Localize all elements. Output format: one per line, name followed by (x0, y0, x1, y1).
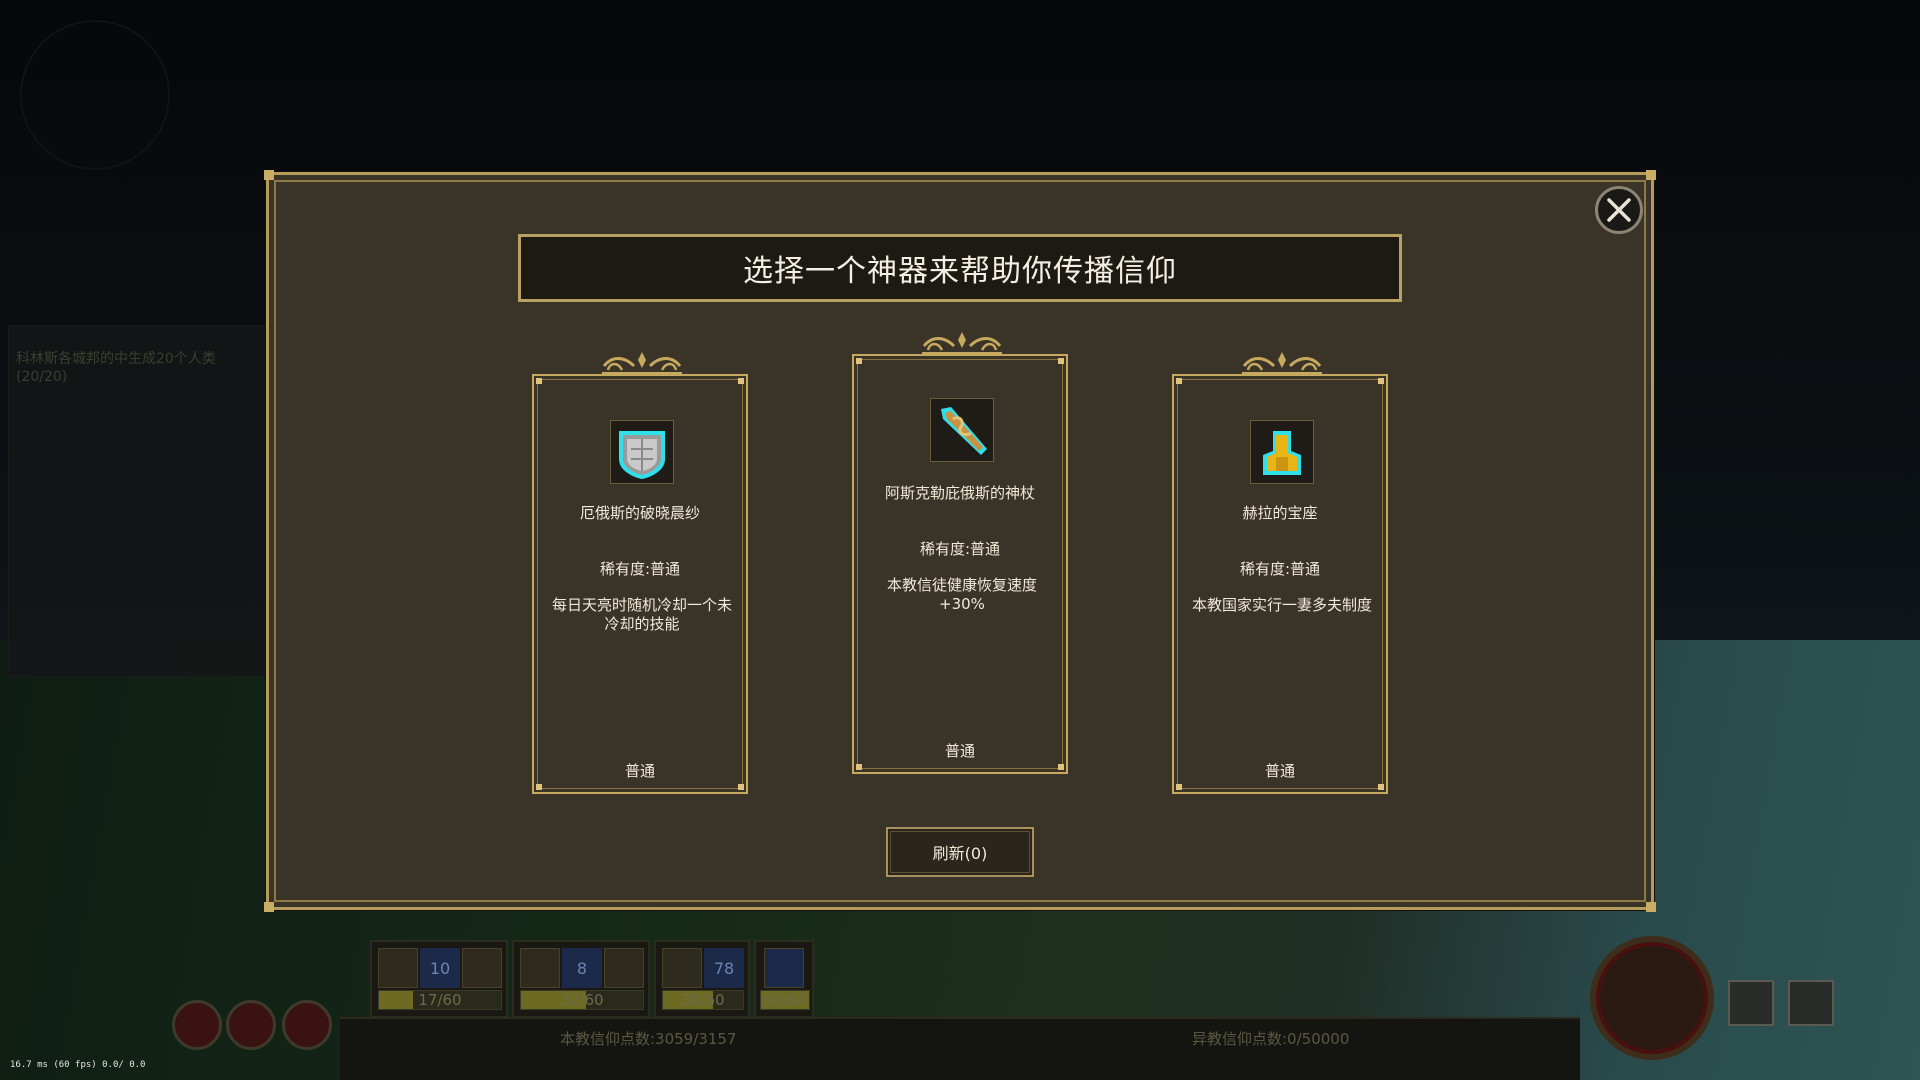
hud-resource-group[interactable]: 10 17/60 (370, 940, 508, 1018)
veil-shield-icon (610, 420, 674, 484)
ornament-icon (922, 332, 1002, 355)
hud-resource-group[interactable]: 78 38/60 (654, 940, 750, 1018)
resource-count: 10 (420, 948, 460, 988)
resource-count: 78 (704, 948, 744, 988)
artifact-card[interactable]: 阿斯克勒庇俄斯的神杖 稀有度:普通 本教信徒健康恢复速度+30% 普通 (852, 332, 1068, 774)
title-bar: 选择一个神器来帮助你传播信仰 (518, 234, 1402, 302)
fps-counter: 16.7 ms (60 fps) 0.0/ 0.0 (10, 1060, 146, 1070)
gear-icon (520, 948, 560, 988)
resource-bar: 17/60 (378, 990, 502, 1010)
artifact-tier: 普通 (1264, 762, 1295, 780)
other-faith-points: 异教信仰点数:0/50000 (1192, 1030, 1350, 1048)
shirt-button[interactable] (1788, 980, 1834, 1026)
hud-resource-group[interactable]: 8 32/60 (512, 940, 650, 1018)
artifact-name: 阿斯克勒庇俄斯的神杖 (884, 484, 1035, 502)
throne-icon (1250, 420, 1314, 484)
wave-icon (764, 948, 804, 988)
modal-title: 选择一个神器来帮助你传播信仰 (743, 254, 1177, 289)
artifact-name: 厄俄斯的破晓晨纱 (579, 504, 700, 522)
artifact-rarity: 稀有度:普通 (599, 560, 681, 578)
horn-button[interactable] (226, 1000, 276, 1050)
artifact-name: 赫拉的宝座 (1242, 504, 1318, 522)
resource-bar: 60/60 (760, 990, 810, 1010)
tree-button[interactable] (172, 1000, 222, 1050)
quest-text: 科林斯各城邦的中生成20个人类 (20/20) (16, 351, 216, 385)
resource-bar: 32/60 (520, 990, 644, 1010)
artifact-tier: 普通 (944, 742, 975, 760)
sun-icon (378, 948, 418, 988)
scroll-icon (662, 948, 702, 988)
artifact-rarity: 稀有度:普通 (919, 540, 1001, 558)
artifact-description: 本教信徒健康恢复速度+30% (886, 576, 1037, 613)
heal-button[interactable] (1728, 980, 1774, 1026)
ornament-icon (602, 352, 682, 375)
minimap-ring (20, 20, 170, 170)
faith-bar (340, 1017, 1580, 1080)
artifact-description: 每日天亮时随机冷却一个未冷却的技能 (551, 596, 732, 633)
artifact-card[interactable]: 赫拉的宝座 稀有度:普通 本教国家实行一妻多夫制度 普通 (1172, 352, 1388, 794)
artifact-tier: 普通 (624, 762, 655, 780)
flame-icon (462, 948, 502, 988)
close-icon (1607, 198, 1631, 222)
staff-icon (930, 398, 994, 462)
altar-icon (604, 948, 644, 988)
own-faith-points: 本教信仰点数:3059/3157 (560, 1030, 737, 1048)
artifact-card[interactable]: 厄俄斯的破晓晨纱 稀有度:普通 每日天亮时随机冷却一个未冷却的技能 普通 (532, 352, 748, 794)
close-button[interactable] (1595, 186, 1643, 234)
book-button[interactable] (282, 1000, 332, 1050)
refresh-button[interactable]: 刷新(0) (886, 827, 1034, 877)
skull-icon[interactable] (1590, 936, 1714, 1060)
artifact-description: 本教国家实行一妻多夫制度 (1191, 596, 1372, 614)
ornament-icon (1242, 352, 1322, 375)
resource-count: 8 (562, 948, 602, 988)
artifact-rarity: 稀有度:普通 (1239, 560, 1321, 578)
hud-resource-group[interactable]: 60/60 (754, 940, 814, 1018)
resource-bar: 38/60 (662, 990, 744, 1010)
